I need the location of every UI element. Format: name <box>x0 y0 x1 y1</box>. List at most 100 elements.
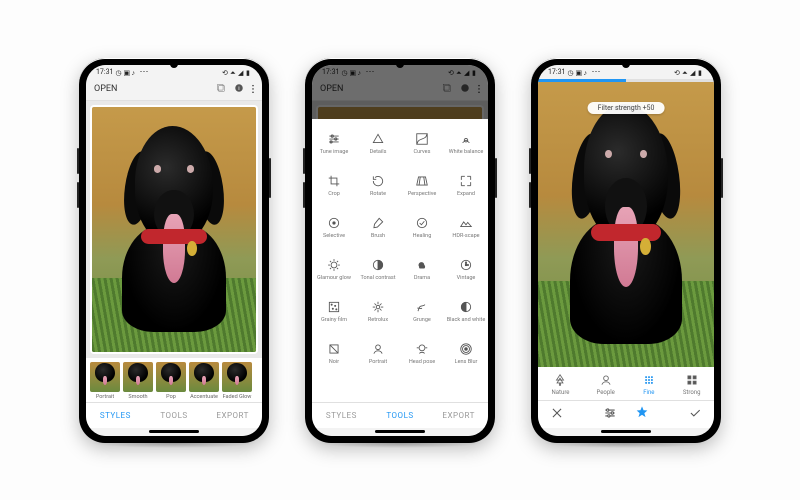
edited-image <box>538 82 714 367</box>
tool-retrolux[interactable]: Retrolux <box>356 291 400 333</box>
tools-grid: Tune image Details Curves White balance Crop… <box>312 119 488 410</box>
tool-label: Expand <box>457 191 475 197</box>
phone-mockup-2: 17:31 ◷▣♪ ⟲⏶◢▮ OPEN Tune imageDetailsCur… <box>305 58 495 443</box>
tab-tools[interactable]: TOOLS <box>145 403 204 428</box>
tool-label: Retrolux <box>368 317 388 323</box>
detail-option-label: People <box>596 389 614 396</box>
tool-label: Black and white <box>447 317 486 323</box>
tool-expand[interactable]: Expand <box>444 165 488 207</box>
more-vert-icon[interactable] <box>252 84 254 94</box>
app-bar: OPEN i <box>86 79 262 101</box>
style-thumbnail-strip: Portrait Smooth Pop Accentuate Faded Glo… <box>86 358 262 402</box>
image-canvas[interactable] <box>86 101 262 358</box>
tool-rotate[interactable]: Rotate <box>356 165 400 207</box>
info-icon[interactable]: i <box>234 83 244 96</box>
tool-noir[interactable]: Noir <box>312 333 356 375</box>
tool-brush[interactable]: Brush <box>356 207 400 249</box>
tool-label: Healing <box>413 233 432 239</box>
style-thumb[interactable]: Faded Glow <box>222 362 252 400</box>
bottom-tabs: STYLES TOOLS EXPORT <box>86 402 262 428</box>
detail-option-nature[interactable]: Nature <box>552 373 570 396</box>
apply-button[interactable] <box>688 405 702 424</box>
tool-glamour[interactable]: Glamour glow <box>312 249 356 291</box>
edited-image <box>92 107 256 352</box>
tool-label: Grunge <box>413 317 431 323</box>
tool-curves[interactable]: Curves <box>400 123 444 165</box>
tool-label: Details <box>370 149 387 155</box>
detail-option-label: Fine <box>643 389 654 396</box>
detail-options: Nature People Fine Strong <box>538 367 714 400</box>
tool-vintage[interactable]: Vintage <box>444 249 488 291</box>
style-thumb[interactable]: Portrait <box>90 362 120 400</box>
tool-label: Tune image <box>320 149 349 155</box>
detail-option-label: Strong <box>683 389 701 396</box>
phone-mockup-1: 17:31 ◷ ▣ ♪ ⟲ ⏶ ◢ ▮ OPEN i <box>79 58 269 443</box>
more-vert-icon[interactable] <box>478 84 480 94</box>
more-notifications-icon <box>139 67 147 77</box>
clock-icon: ◷ <box>115 69 121 75</box>
tool-label: Glamour glow <box>317 275 351 281</box>
home-indicator[interactable] <box>538 428 714 436</box>
tool-wb[interactable]: White balance <box>444 123 488 165</box>
wifi-icon: ⏶ <box>230 69 236 75</box>
tool-tonal[interactable]: Tonal contrast <box>356 249 400 291</box>
tool-label: HDR-scape <box>452 233 479 239</box>
photo-stack-icon[interactable] <box>216 83 226 96</box>
tool-label: Lens Blur <box>455 359 478 365</box>
tool-details[interactable]: Details <box>356 123 400 165</box>
tool-tune[interactable]: Tune image <box>312 123 356 165</box>
tab-styles[interactable]: STYLES <box>86 403 145 428</box>
edit-action-bar <box>538 400 714 428</box>
detail-option-people[interactable]: People <box>596 373 614 396</box>
tab-tools[interactable]: TOOLS <box>371 403 430 428</box>
app-bar: OPEN <box>312 79 488 101</box>
bottom-tabs: STYLES TOOLS EXPORT <box>312 402 488 428</box>
styles-button[interactable] <box>635 405 649 424</box>
home-indicator[interactable] <box>86 428 262 436</box>
tool-label: Rotate <box>370 191 386 197</box>
tool-selective[interactable]: Selective <box>312 207 356 249</box>
photo-stack-icon[interactable] <box>442 83 452 96</box>
tool-healing[interactable]: Healing <box>400 207 444 249</box>
detail-option-fine[interactable]: Fine <box>642 373 656 396</box>
tab-export[interactable]: EXPORT <box>203 403 262 428</box>
status-time: 17:31 <box>548 68 565 76</box>
tool-portrait[interactable]: Portrait <box>356 333 400 375</box>
tool-label: White balance <box>449 149 484 155</box>
signal-icon: ◢ <box>238 69 244 75</box>
info-icon[interactable] <box>460 83 470 96</box>
detail-option-strong[interactable]: Strong <box>683 373 701 396</box>
tool-bw[interactable]: Black and white <box>444 291 488 333</box>
detail-option-label: Nature <box>552 389 570 396</box>
tool-drama[interactable]: Drama <box>400 249 444 291</box>
phone-mockup-3: 17:31 ◷▣♪ ⟲⏶◢▮ Filter strength +50 Natur… <box>531 58 721 443</box>
image-canvas[interactable]: Filter strength +50 <box>538 82 714 367</box>
tool-grunge[interactable]: Grunge <box>400 291 444 333</box>
filter-strength-chip: Filter strength +50 <box>588 102 665 114</box>
tool-lensblur[interactable]: Lens Blur <box>444 333 488 375</box>
nfc-icon: ⟲ <box>222 69 228 75</box>
style-thumb[interactable]: Pop <box>156 362 186 400</box>
tool-crop[interactable]: Crop <box>312 165 356 207</box>
status-time: 17:31 <box>96 68 113 76</box>
tool-label: Drama <box>414 275 430 281</box>
tool-label: Portrait <box>369 359 387 365</box>
tool-hdr[interactable]: HDR-scape <box>444 207 488 249</box>
tool-grainy[interactable]: Grainy film <box>312 291 356 333</box>
tool-label: Vintage <box>457 275 476 281</box>
open-button[interactable]: OPEN <box>320 84 343 94</box>
tool-perspective[interactable]: Perspective <box>400 165 444 207</box>
open-button[interactable]: OPEN <box>94 84 117 94</box>
sliders-button[interactable] <box>603 405 617 424</box>
tool-label: Head pose <box>409 359 435 365</box>
status-time: 17:31 <box>322 68 339 76</box>
tab-export[interactable]: EXPORT <box>429 403 488 428</box>
tool-label: Perspective <box>408 191 437 197</box>
tool-headpose[interactable]: Head pose <box>400 333 444 375</box>
tool-label: Tonal contrast <box>360 275 395 281</box>
close-button[interactable] <box>550 405 564 424</box>
home-indicator[interactable] <box>312 428 488 436</box>
tab-styles[interactable]: STYLES <box>312 403 371 428</box>
style-thumb[interactable]: Smooth <box>123 362 153 400</box>
style-thumb[interactable]: Accentuate <box>189 362 219 400</box>
